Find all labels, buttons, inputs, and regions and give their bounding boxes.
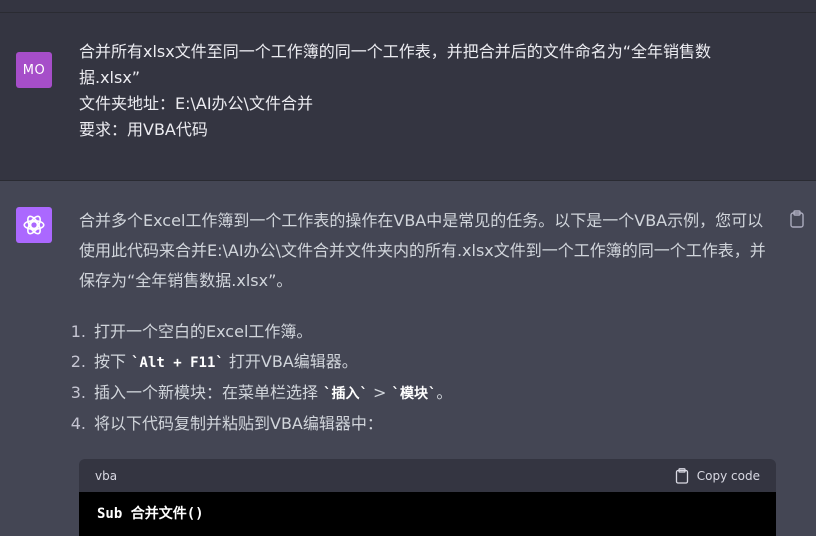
code-block-header: vba Copy code	[79, 459, 776, 492]
list-text: 打开VBA编辑器。	[223, 352, 358, 371]
list-item: 3. 插入一个新模块：在菜单栏选择 `插入` > `模块`。	[62, 378, 762, 409]
code-line: Sub 合并文件()	[97, 506, 204, 522]
list-item: 2. 按下 `Alt + F11` 打开VBA编辑器。	[62, 347, 762, 378]
assistant-avatar	[16, 207, 52, 243]
list-number: 4.	[70, 414, 86, 433]
user-line: 要求：用VBA代码	[79, 120, 208, 139]
list-text: >	[367, 383, 392, 402]
code-language: vba	[95, 468, 118, 483]
steps-list: 1. 打开一个空白的Excel工作簿。 2. 按下 `Alt + F11` 打开…	[62, 317, 762, 439]
list-number: 1.	[70, 322, 86, 341]
list-item: 4. 将以下代码复制并粘贴到VBA编辑器中：	[62, 409, 762, 439]
list-text: 。	[436, 383, 453, 402]
copy-code-label: Copy code	[696, 468, 760, 483]
inline-code: `插入`	[323, 386, 368, 402]
list-text: 按下	[94, 352, 132, 371]
list-number: 2.	[70, 352, 86, 371]
inline-code: `Alt + F11`	[131, 355, 224, 371]
code-content: Sub 合并文件()	[79, 492, 776, 536]
assistant-intro: 合并多个Excel工作簿到一个工作表的操作在VBA中是常见的任务。以下是一个VB…	[79, 211, 766, 290]
list-text: 将以下代码复制并粘贴到VBA编辑器中：	[94, 414, 383, 433]
inline-code: `模块`	[391, 386, 437, 402]
user-avatar: MO	[16, 52, 52, 88]
list-text: 打开一个空白的Excel工作簿。	[94, 322, 313, 341]
clipboard-icon	[675, 467, 688, 484]
user-line: 文件夹地址：E:\AI办公\文件合并	[79, 94, 313, 113]
list-text: 插入一个新模块：在菜单栏选择	[94, 383, 324, 402]
copy-code-button[interactable]: Copy code	[675, 467, 760, 484]
user-line: 合并所有xlsx文件至同一个工作簿的同一个工作表，并把合并后的文件命名为“全年销…	[79, 42, 712, 87]
user-message: MO 合并所有xlsx文件至同一个工作簿的同一个工作表，并把合并后的文件命名为“…	[0, 13, 816, 181]
list-item: 1. 打开一个空白的Excel工作簿。	[62, 317, 762, 347]
list-number: 3.	[70, 383, 86, 402]
openai-logo-icon	[23, 215, 45, 235]
user-message-text: 合并所有xlsx文件至同一个工作簿的同一个工作表，并把合并后的文件命名为“全年销…	[79, 39, 769, 143]
top-bar	[0, 0, 816, 13]
code-block: vba Copy code Sub 合并文件()	[79, 459, 776, 536]
copy-message-icon[interactable]	[789, 210, 805, 228]
